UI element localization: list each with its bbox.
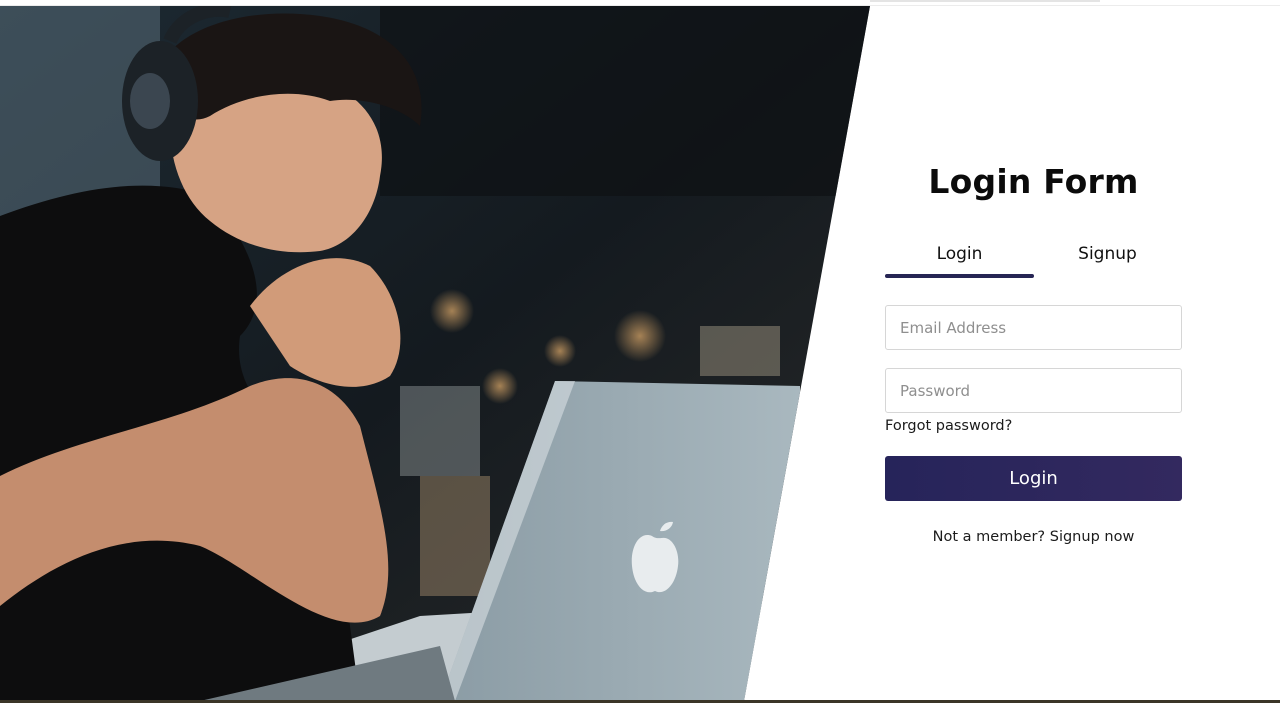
email-input[interactable] <box>885 305 1182 350</box>
login-button[interactable]: Login <box>885 456 1182 501</box>
password-input[interactable] <box>885 368 1182 413</box>
active-tab-indicator <box>885 274 1034 278</box>
top-bar <box>0 0 1280 6</box>
tab-login[interactable]: Login <box>885 244 1034 264</box>
form-tabs: Login Signup <box>885 244 1182 278</box>
signup-now-link[interactable]: Signup now <box>1050 529 1135 545</box>
forgot-password-link[interactable]: Forgot password? <box>885 418 1012 434</box>
tab-signup[interactable]: Signup <box>1033 244 1182 264</box>
top-bar-divider <box>870 0 1100 2</box>
form-title: Login Form <box>928 162 1139 201</box>
signup-prompt: Not a member? Signup now <box>885 529 1182 545</box>
hero-photo <box>0 6 870 701</box>
login-page: Login Form Login Signup Forgot password?… <box>0 0 1280 703</box>
member-text: Not a member? <box>932 529 1050 545</box>
hero-photo-illustration <box>0 6 870 701</box>
